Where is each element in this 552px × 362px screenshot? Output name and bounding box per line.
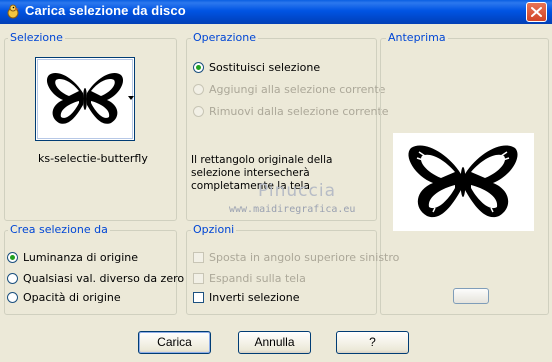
radio-source-luminance-button[interactable] <box>7 252 18 263</box>
selection-name: ks-selectie-butterfly <box>38 152 148 165</box>
radio-add-selection-label: Aggiungi alla selezione corrente <box>209 83 386 96</box>
selezione-legend: Selezione <box>8 31 65 44</box>
chevron-down-icon[interactable] <box>128 96 134 100</box>
selection-thumbnail-dropdown[interactable] <box>35 57 135 141</box>
butterfly-preview <box>408 145 518 218</box>
checkbox-expand-canvas-box[interactable] <box>193 273 204 284</box>
bird-app-icon <box>7 4 19 19</box>
watermark-url: www.maidiregrafica.eu <box>229 204 356 215</box>
radio-source-opacity-label: Opacità di origine <box>23 291 121 304</box>
preview-area <box>393 133 534 231</box>
radio-add-selection-button[interactable] <box>193 84 204 95</box>
radio-any-nonzero-label: Qualsiasi val. diverso da zero <box>23 272 185 285</box>
checkbox-expand-canvas-label: Espandi sulla tela <box>209 272 306 285</box>
opzioni-legend: Opzioni <box>191 223 237 236</box>
help-button[interactable]: ? <box>336 331 409 354</box>
radio-remove-selection-button[interactable] <box>193 106 204 117</box>
radio-any-nonzero-button[interactable] <box>7 273 18 284</box>
butterfly-thumbnail <box>46 73 124 124</box>
operazione-legend: Operazione <box>191 31 258 44</box>
radio-source-opacity-button[interactable] <box>7 292 18 303</box>
radio-source-luminance-label: Luminanza di origine <box>23 251 138 264</box>
title-bar[interactable]: Carica selezione da disco <box>0 0 552 24</box>
radio-replace-selection-button[interactable] <box>193 62 204 73</box>
load-button[interactable]: Carica <box>138 331 211 354</box>
window-title: Carica selezione da disco <box>25 3 186 18</box>
preview-zoom-button[interactable] <box>453 288 489 304</box>
anteprima-legend: Anteprima <box>386 31 448 44</box>
crea-selezione-legend: Crea selezione da <box>8 223 110 236</box>
cancel-button[interactable]: Annulla <box>238 331 311 354</box>
checkbox-invert-selection-box[interactable] <box>193 292 204 303</box>
close-icon <box>531 7 542 17</box>
load-selection-dialog: Carica selezione da disco Selezione ks-s… <box>0 0 552 362</box>
checkbox-move-top-left-label: Sposta in angolo superiore sinistro <box>209 251 400 264</box>
watermark-name: Pinuccia <box>258 181 336 201</box>
checkbox-move-top-left-box[interactable] <box>193 252 204 263</box>
close-button[interactable] <box>526 2 547 22</box>
checkbox-invert-selection-label: Inverti selezione <box>209 291 300 304</box>
radio-remove-selection-label: Rimuovi dalla selezione corrente <box>209 105 389 118</box>
radio-replace-selection-label: Sostituisci selezione <box>209 61 321 74</box>
